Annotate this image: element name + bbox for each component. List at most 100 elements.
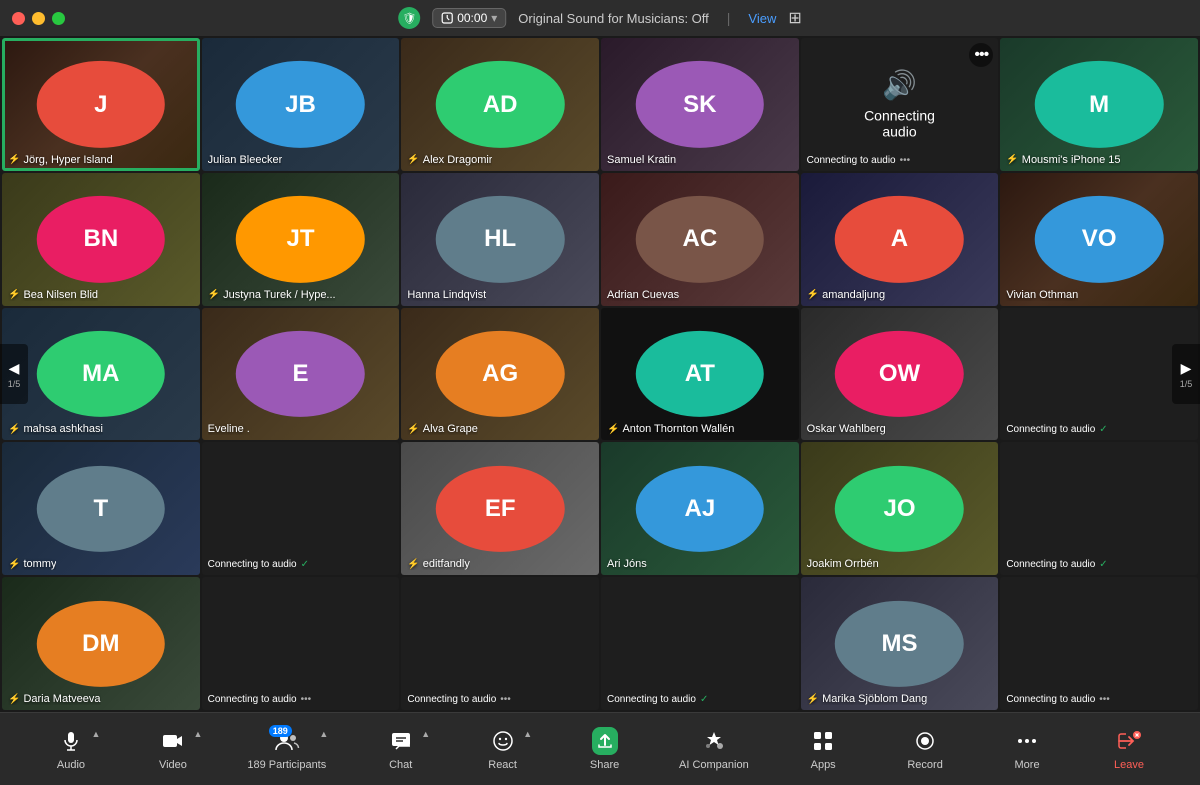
mute-icon: ⚡ (407, 559, 419, 570)
video-cell: JBJulian Bleecker (202, 38, 400, 171)
name-text: Anton Thornton Wallén (622, 423, 734, 435)
participant-name: ⚡Mousmi's iPhone 15 (1006, 154, 1120, 166)
name-text: mahsa ashkhasi (23, 423, 103, 435)
participant-avatar: AT (636, 331, 764, 417)
participant-avatar: MS (835, 600, 963, 686)
participant-avatar: AG (436, 331, 564, 417)
name-text: Oskar Wahlberg (807, 423, 886, 435)
connecting-text: Connecting to audio (407, 694, 496, 705)
video-button[interactable]: Video ▲ (145, 727, 200, 771)
participants-count: 189 (269, 725, 292, 737)
name-text: Justyna Turek / Hype... (223, 289, 336, 301)
name-text: Ari Jóns (607, 558, 647, 570)
leave-button[interactable]: Leave (1101, 727, 1156, 771)
participant-name: ⚡Alva Grape (407, 423, 477, 435)
audio-label: Audio (57, 759, 85, 771)
connecting-label: Connecting to audio ✓ (208, 559, 309, 570)
participant-avatar: JO (835, 466, 963, 552)
connecting-text: Connecting to audio (208, 559, 297, 570)
share-label: Share (590, 759, 619, 771)
video-cell: AD⚡Alex Dragomir (401, 38, 599, 171)
nav-next-button[interactable]: ▶ 1/5 (1172, 344, 1200, 404)
record-button[interactable]: Record (898, 727, 953, 771)
video-cell: Connecting to audio ✓ (1000, 308, 1198, 441)
video-cell: AT⚡Anton Thornton Wallén (601, 308, 799, 441)
connecting-text: Connecting to audio (208, 694, 297, 705)
participant-avatar: A (835, 196, 963, 282)
apps-icon (812, 727, 834, 755)
share-icon (592, 727, 618, 755)
name-text: Joakim Orrbén (807, 558, 879, 570)
connecting-text: Connecting to audio (807, 155, 896, 166)
name-text: Julian Bleecker (208, 154, 283, 166)
timer-badge: 00:00 ▾ (432, 8, 506, 28)
record-icon (914, 727, 936, 755)
participant-avatar: AC (636, 196, 764, 282)
participant-name: Julian Bleecker (208, 154, 283, 166)
ai-companion-icon (702, 727, 726, 755)
participant-avatar: BN (37, 196, 165, 282)
name-text: Marika Sjöblom Dang (822, 693, 927, 705)
connecting-text: Connecting to audio (1006, 424, 1095, 435)
minimize-button[interactable] (32, 12, 45, 25)
participant-avatar: E (236, 331, 364, 417)
participant-name: ⚡Bea Nilsen Blid (8, 289, 98, 301)
leave-icon (1116, 727, 1142, 755)
microphone-icon (60, 727, 82, 755)
connecting-dots: ••• (900, 155, 911, 166)
video-chevron-icon: ▲ (193, 729, 202, 739)
apps-label: Apps (811, 759, 836, 771)
name-text: Bea Nilsen Blid (23, 289, 98, 301)
react-chevron-icon: ▲ (523, 729, 532, 739)
close-button[interactable] (12, 12, 25, 25)
react-button[interactable]: React ▲ (475, 727, 530, 771)
participant-name: Samuel Kratin (607, 154, 676, 166)
participants-button[interactable]: 189 189 Participants ▲ (247, 727, 326, 771)
video-cell: A ⚡amandaljung (801, 173, 999, 306)
traffic-lights (12, 12, 65, 25)
more-button[interactable]: More (1000, 727, 1055, 771)
name-text: tommy (23, 558, 56, 570)
mute-icon: ⚡ (208, 289, 220, 300)
name-text: Jörg, Hyper Island (23, 154, 112, 166)
react-icon (492, 727, 514, 755)
name-text: Mousmi's iPhone 15 (1022, 154, 1121, 166)
mute-icon: ⚡ (8, 289, 20, 300)
participant-name: ⚡Marika Sjöblom Dang (807, 693, 928, 705)
connecting-label: Connecting to audio ✓ (1006, 559, 1107, 570)
grid-view-icon[interactable]: ⊞ (788, 8, 801, 28)
video-cell: Connecting to audio ••• (401, 577, 599, 710)
video-cell: J⚡Jörg, Hyper Island (2, 38, 200, 171)
audio-button[interactable]: Audio ▲ (43, 727, 98, 771)
connecting-dots: ••• (1099, 694, 1110, 705)
camera-icon (161, 727, 185, 755)
video-cell: MS ⚡Marika Sjöblom Dang (801, 577, 999, 710)
video-cell: SKSamuel Kratin (601, 38, 799, 171)
participant-avatar: M (1035, 61, 1163, 147)
video-cell: AG ⚡Alva Grape (401, 308, 599, 441)
connecting-dots: ••• (500, 694, 511, 705)
view-button[interactable]: View (748, 11, 776, 26)
connecting-overlay: 🔊 Connecting audio (850, 69, 949, 140)
participant-name: ⚡amandaljung (807, 289, 885, 301)
apps-button[interactable]: Apps (796, 727, 851, 771)
ai-companion-button[interactable]: AI Companion (679, 727, 749, 771)
connecting-text: Connecting audio (850, 108, 949, 140)
record-label: Record (907, 759, 942, 771)
chat-button[interactable]: Chat ▲ (373, 727, 428, 771)
video-cell: ACAdrian Cuevas (601, 173, 799, 306)
nav-prev-button[interactable]: ◀ 1/5 (0, 344, 28, 404)
connecting-label: Connecting to audio ••• (407, 694, 510, 705)
connecting-label: Connecting to audio ✓ (1006, 424, 1107, 435)
name-text: Daria Matveeva (23, 693, 100, 705)
video-grid: J⚡Jörg, Hyper IslandJBJulian BleeckerAD⚡… (0, 36, 1200, 712)
connecting-text: Connecting to audio (1006, 694, 1095, 705)
ai-companion-label: AI Companion (679, 759, 749, 771)
video-cell: JO Joakim Orrbén (801, 442, 999, 575)
video-cell: Connecting to audio ✓ (601, 577, 799, 710)
connecting-label: Connecting to audio ••• (1006, 694, 1109, 705)
fullscreen-button[interactable] (52, 12, 65, 25)
cell-more-button[interactable]: ••• (969, 43, 993, 67)
share-button[interactable]: Share (577, 727, 632, 771)
separator: | (727, 10, 731, 26)
